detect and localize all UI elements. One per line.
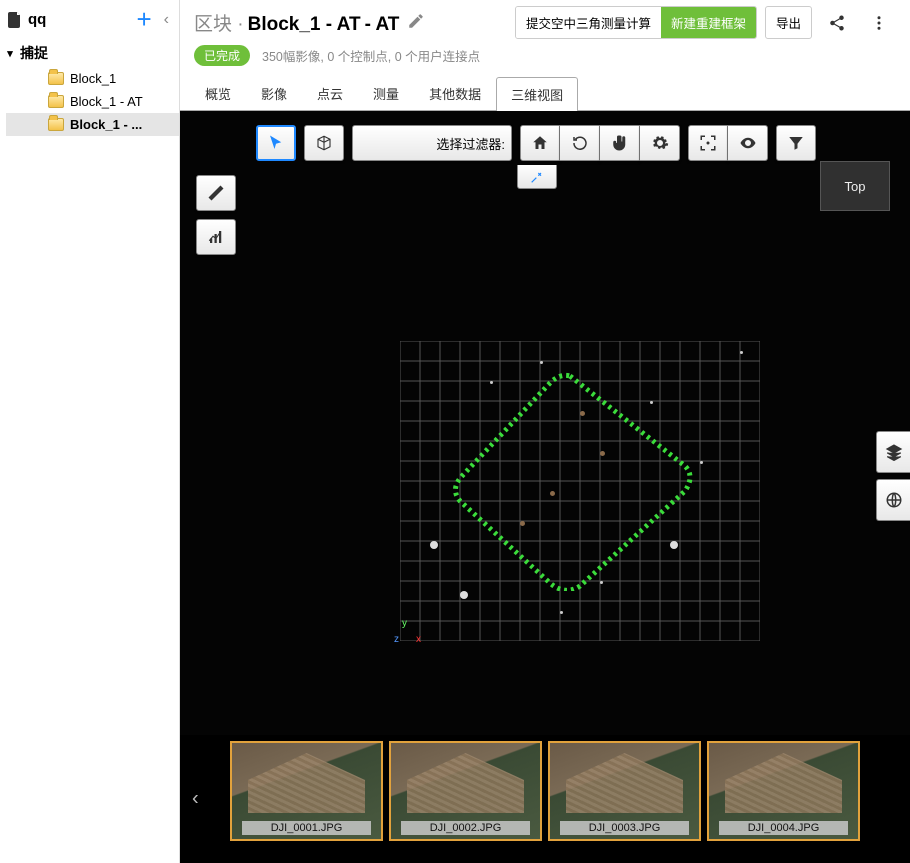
thumbnail-label: DJI_0003.JPG [560,821,689,835]
thumbnail-strip: ‹ DJI_0001.JPG DJI_0002.JPG DJI_0003.JPG… [180,735,910,863]
more-menu-button[interactable] [862,8,896,38]
tab-pointcloud[interactable]: 点云 [302,76,358,110]
project-sidebar: qq + ‹ 捕捉 Block_1 Block_1 - AT Block_1 -… [0,0,180,863]
tools-expand-button[interactable] [517,165,557,189]
view-orientation-label[interactable]: Top [820,161,890,211]
main-panel: 区块 · Block_1 - AT - AT 提交空中三角测量计算 新建重建框架… [180,0,910,863]
filter-funnel-button[interactable] [776,125,816,161]
breadcrumb: 区块 · Block_1 - AT - AT [194,9,425,36]
capture-section-label: 捕捉 [20,43,48,63]
thumbnail-item[interactable]: DJI_0002.JPG [389,741,542,841]
viewport-toolbar: 选择过滤器: [256,125,890,161]
export-button[interactable]: 导出 [765,6,812,39]
tab-bar: 概览 影像 点云 测量 其他数据 三维视图 [180,76,910,111]
thumbnail-item[interactable]: DJI_0004.JPG [707,741,860,841]
topbar: 区块 · Block_1 - AT - AT 提交空中三角测量计算 新建重建框架… [180,0,910,41]
crumb-main: Block_1 - AT [248,14,361,36]
folder-icon [48,72,64,85]
crumb-prefix: 区块 · [194,9,244,36]
new-reconstruction-button[interactable]: 新建重建框架 [661,7,756,38]
edit-name-icon[interactable] [407,12,425,33]
folder-icon [48,118,64,131]
block-tree: Block_1 Block_1 - AT Block_1 - ... [0,67,179,136]
thumbnail-label: DJI_0002.JPG [401,821,530,835]
status-bar: 已完成 350幅影像, 0 个控制点, 0 个用户连接点 [180,41,910,76]
collapse-sidebar-button[interactable]: ‹ [160,11,173,29]
at-button-group: 提交空中三角测量计算 新建重建框架 [515,6,757,39]
measure-tool[interactable] [196,175,236,211]
crumb-suffix: - AT [365,14,400,36]
tab-images[interactable]: 影像 [246,76,302,110]
status-text: 350幅影像, 0 个控制点, 0 个用户连接点 [262,46,480,65]
tree-item-block1-at-child[interactable]: Block_1 - ... [6,113,179,136]
quality-tool[interactable] [196,219,236,255]
layers-button[interactable] [876,431,910,473]
thumbnail-item[interactable]: DJI_0001.JPG [230,741,383,841]
left-tool-column [196,175,236,255]
capture-section-header[interactable]: 捕捉 [0,39,179,67]
tree-item-block1-at[interactable]: Block_1 - AT [6,90,179,113]
nav-tool-cluster [520,125,680,161]
settings-button[interactable] [640,125,680,161]
tab-survey[interactable]: 测量 [358,76,414,110]
thumbnail-label: DJI_0001.JPG [242,821,371,835]
select-tool[interactable] [256,125,296,161]
thumbnail-label: DJI_0004.JPG [719,821,848,835]
submit-at-button[interactable]: 提交空中三角测量计算 [516,7,661,38]
folder-icon [48,95,64,108]
tree-item-label: Block_1 - AT [70,94,143,109]
camera-path [450,371,700,591]
fit-view-button[interactable] [688,125,728,161]
file-icon [8,12,22,28]
scene-content: y x z [400,341,760,641]
tree-item-block1[interactable]: Block_1 [6,67,179,90]
thumbnail-item[interactable]: DJI_0003.JPG [548,741,701,841]
viewport-3d[interactable]: 选择过滤器: [180,111,910,863]
tree-item-label: Block_1 [70,71,116,86]
right-tool-column [876,431,910,521]
tab-other[interactable]: 其他数据 [414,76,496,110]
project-name-text: qq [28,11,46,28]
project-title: qq [8,11,128,28]
add-button[interactable]: + [136,4,151,35]
home-view-button[interactable] [520,125,560,161]
tree-item-label: Block_1 - ... [70,117,142,132]
visibility-cluster [688,125,768,161]
tab-3dview[interactable]: 三维视图 [496,77,578,111]
status-badge: 已完成 [194,45,250,66]
visibility-button[interactable] [728,125,768,161]
thumbnails-prev-button[interactable]: ‹ [192,788,199,811]
basemap-button[interactable] [876,479,910,521]
share-button[interactable] [820,8,854,38]
filter-select[interactable]: 选择过滤器: [352,125,512,161]
orbit-button[interactable] [560,125,600,161]
tab-overview[interactable]: 概览 [190,76,246,110]
filter-label: 选择过滤器: [436,134,505,153]
view-cube-tool[interactable] [304,125,344,161]
pan-button[interactable] [600,125,640,161]
